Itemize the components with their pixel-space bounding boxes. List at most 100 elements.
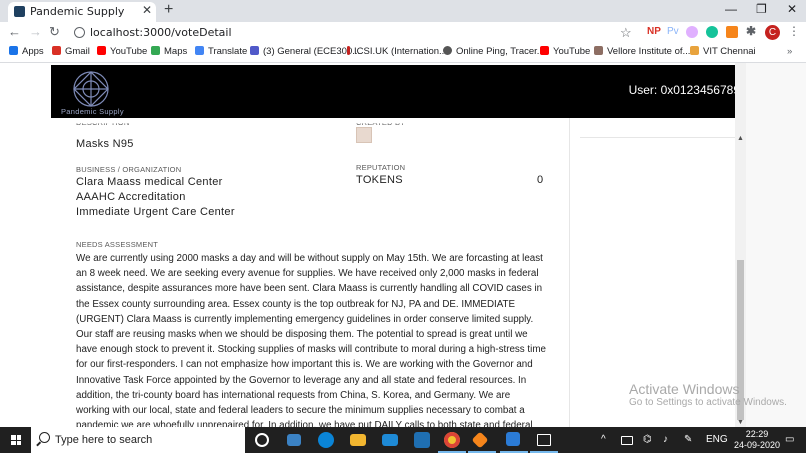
business-label: BUSINESS / ORGANIZATION xyxy=(76,165,182,174)
clock-time: 22:29 xyxy=(745,429,769,439)
cortana-icon[interactable] xyxy=(255,433,269,447)
tab-close-icon[interactable]: ✕ xyxy=(142,3,152,17)
mail-icon[interactable] xyxy=(382,434,398,446)
vit-icon xyxy=(594,46,603,55)
battery-icon[interactable] xyxy=(621,436,633,445)
browser-toolbar: ← → ↻ localhost:3000/voteDetail ☆ NP Pv … xyxy=(0,22,806,44)
vscode-icon[interactable] xyxy=(506,432,520,446)
reputation-label: REPUTATION xyxy=(356,163,406,172)
file-explorer-icon[interactable] xyxy=(350,434,366,446)
metamask-app-icon[interactable] xyxy=(471,431,489,449)
tokens-label: TOKENS xyxy=(356,174,403,186)
business-line-3: Immediate Urgent Care Center xyxy=(76,206,235,218)
windows-start-icon[interactable] xyxy=(11,435,21,445)
page-margin xyxy=(746,63,806,427)
side-panel xyxy=(580,118,735,138)
forward-icon[interactable]: → xyxy=(29,24,42,39)
youtube-icon xyxy=(97,46,106,55)
icsi-icon xyxy=(347,46,350,55)
terminal-icon[interactable] xyxy=(537,434,551,446)
url-text: localhost:3000/voteDetail xyxy=(90,26,232,39)
scroll-up-arrow-icon[interactable]: ▲ xyxy=(737,135,744,142)
language-indicator[interactable]: ENG xyxy=(706,434,728,445)
back-icon[interactable]: ← xyxy=(8,24,21,39)
minimize-icon[interactable]: — xyxy=(725,2,737,16)
browser-menu-icon[interactable]: ⋮ xyxy=(788,24,800,38)
chrome-icon[interactable] xyxy=(444,432,460,448)
ping-icon xyxy=(443,46,452,55)
bookmarks-overflow-icon[interactable]: » xyxy=(787,46,792,57)
edge-icon[interactable] xyxy=(318,432,334,448)
network-icon[interactable]: ⌬ xyxy=(643,434,652,445)
scroll-down-arrow-icon[interactable]: ▼ xyxy=(737,419,744,426)
maps-icon xyxy=(151,46,160,55)
bookmark-ping[interactable]: Online Ping, Tracer... xyxy=(443,46,545,57)
bookmark-apps[interactable]: Apps xyxy=(9,46,44,57)
translate-icon xyxy=(195,46,204,55)
app-header: Pandemic Supply User: 0x0123456789 xyxy=(51,65,735,118)
created-by-label: CREATED BY xyxy=(356,118,406,127)
ext-circle-icon[interactable] xyxy=(686,26,698,38)
user-address: User: 0x0123456789 xyxy=(628,83,735,97)
reload-icon[interactable]: ↻ xyxy=(49,24,60,40)
volume-icon[interactable]: ♪ xyxy=(663,434,668,445)
needs-label: NEEDS ASSESSMENT xyxy=(76,240,158,249)
taskbar-search-box[interactable]: Type here to search xyxy=(31,427,245,453)
info-icon[interactable] xyxy=(74,27,85,38)
gmail-icon xyxy=(52,46,61,55)
bookmark-youtube-2[interactable]: YouTube xyxy=(540,46,590,57)
apps-grid-icon xyxy=(9,46,18,55)
ext-metamask-icon[interactable] xyxy=(726,26,738,38)
bookmark-icsi[interactable]: ICSI.UK (Internation... xyxy=(347,46,447,57)
description-label: DESCRIPTION xyxy=(76,118,130,127)
bookmark-gmail[interactable]: Gmail xyxy=(52,46,90,57)
vit-chennai-icon xyxy=(690,46,699,55)
address-bar[interactable]: localhost:3000/voteDetail xyxy=(70,24,640,42)
task-view-icon[interactable] xyxy=(287,434,301,446)
extensions-puzzle-icon[interactable]: ✱ xyxy=(746,24,756,38)
description-value: Masks N95 xyxy=(76,138,134,150)
windows-taskbar: Type here to search ^ ⌬ ♪ ✎ ENG 22:29 24… xyxy=(0,427,806,453)
tab-pandemic-supply[interactable]: Pandemic Supply ✕ xyxy=(8,2,156,22)
search-placeholder: Type here to search xyxy=(55,434,153,446)
window-close-icon[interactable]: ✕ xyxy=(787,2,797,16)
business-line-2: AAAHC Accreditation xyxy=(76,191,186,203)
bookmark-youtube[interactable]: YouTube xyxy=(97,46,147,57)
teams-icon xyxy=(250,46,259,55)
request-detail-card: DESCRIPTION Masks N95 CREATED BY BUSINES… xyxy=(51,118,570,427)
bookmark-translate[interactable]: Translate xyxy=(195,46,247,57)
outlook-icon[interactable] xyxy=(414,432,430,448)
business-line-1: Clara Maass medical Center xyxy=(76,176,223,188)
bookmark-vit[interactable]: Vellore Institute of... xyxy=(594,46,690,57)
activate-windows-subtitle: Go to Settings to activate Windows. xyxy=(629,397,787,408)
page-viewport: Pandemic Supply User: 0x0123456789 DESCR… xyxy=(0,63,735,427)
activate-windows-title: Activate Windows xyxy=(629,381,740,397)
needs-text: We are currently using 2000 masks a day … xyxy=(76,253,546,427)
logo-text: Pandemic Supply xyxy=(61,107,124,116)
restore-icon[interactable]: ❐ xyxy=(756,2,767,16)
tab-favicon-icon xyxy=(14,6,25,17)
search-icon xyxy=(39,432,50,443)
bookmark-star-icon[interactable]: ☆ xyxy=(620,25,632,41)
bookmark-vit-chennai[interactable]: VIT Chennai xyxy=(690,46,756,57)
clock[interactable]: 22:29 24-09-2020 xyxy=(734,429,780,451)
page-scrollbar[interactable]: ▲ ▼ xyxy=(735,63,746,427)
tab-title: Pandemic Supply xyxy=(30,5,125,18)
ext-pv-icon[interactable]: Pv xyxy=(667,26,679,37)
pandemic-supply-logo xyxy=(73,71,109,107)
tray-expand-icon[interactable]: ^ xyxy=(601,434,606,445)
tokens-value: 0 xyxy=(537,174,544,186)
bookmarks-bar: Apps Gmail YouTube Maps Translate (3) Ge… xyxy=(0,44,806,63)
new-tab-button[interactable]: + xyxy=(164,1,173,19)
pen-icon[interactable]: ✎ xyxy=(684,434,692,445)
notifications-icon[interactable]: ▭ xyxy=(785,434,794,445)
youtube-icon xyxy=(540,46,549,55)
creator-image xyxy=(356,127,372,143)
tab-strip: Pandemic Supply ✕ + — ❐ ✕ xyxy=(0,0,806,22)
bookmark-maps[interactable]: Maps xyxy=(151,46,187,57)
profile-avatar[interactable]: C xyxy=(765,25,780,40)
ext-np-icon[interactable]: NP xyxy=(647,26,661,37)
ext-grammarly-icon[interactable] xyxy=(706,26,718,38)
bookmark-teams[interactable]: (3) General (ECE300... xyxy=(250,46,360,57)
clock-date: 24-09-2020 xyxy=(734,440,781,450)
